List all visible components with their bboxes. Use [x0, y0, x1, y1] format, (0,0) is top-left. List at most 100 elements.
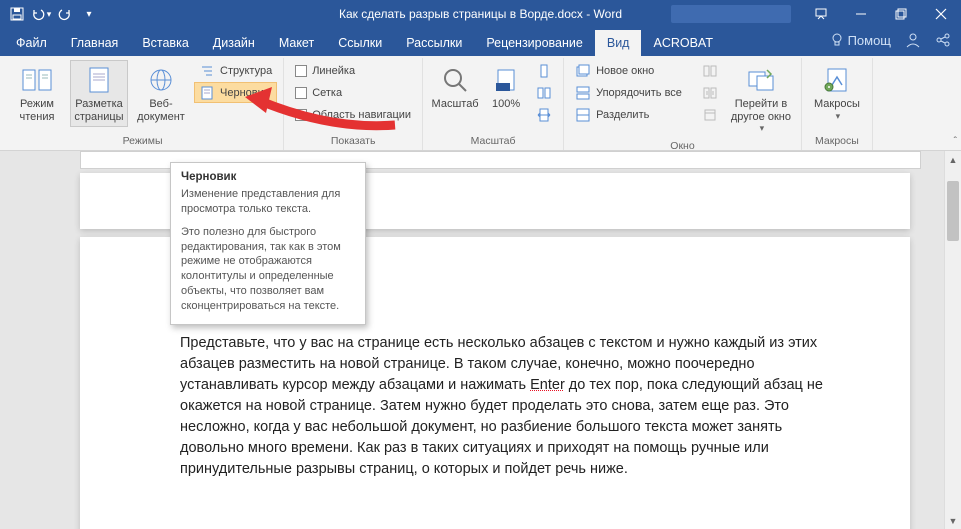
switch-window-icon — [747, 68, 775, 92]
tab-references[interactable]: Ссылки — [326, 30, 394, 56]
share-icon — [935, 32, 951, 48]
redo-button[interactable] — [54, 3, 76, 25]
tab-layout[interactable]: Макет — [267, 30, 326, 56]
tab-view[interactable]: Вид — [595, 30, 642, 56]
document-area: Представьте, что у вас на странице есть … — [0, 151, 961, 529]
split-icon — [575, 107, 591, 123]
zoom-100-button[interactable]: 100% — [485, 60, 527, 115]
tab-acrobat[interactable]: ACROBAT — [641, 30, 725, 56]
scroll-up-button[interactable]: ▲ — [945, 151, 961, 168]
ruler-checkbox[interactable]: Линейка — [290, 60, 416, 81]
undo-button[interactable]: ▾ — [30, 3, 52, 25]
undo-icon — [31, 7, 45, 21]
qat-customize[interactable]: ▾ — [78, 3, 100, 25]
group-show: Линейка Сетка Область навигации Показать — [284, 58, 423, 150]
save-icon — [10, 7, 24, 21]
checkbox-icon — [295, 65, 307, 77]
draft-button[interactable]: Черновик — [194, 82, 277, 103]
gridlines-label: Сетка — [312, 87, 342, 99]
gridlines-checkbox[interactable]: Сетка — [290, 82, 416, 103]
side-by-side-icon — [702, 63, 718, 79]
arrange-all-icon — [575, 85, 591, 101]
group-zoom-label: Масштаб — [429, 133, 557, 150]
new-window-icon — [575, 63, 591, 79]
tab-mailings[interactable]: Рассылки — [394, 30, 474, 56]
page-100-icon — [494, 69, 518, 91]
tab-file[interactable]: Файл — [4, 30, 59, 56]
maximize-button[interactable] — [881, 0, 921, 28]
ribbon-tabs: Файл Главная Вставка Дизайн Макет Ссылки… — [0, 28, 961, 56]
group-show-label: Показать — [290, 133, 416, 150]
zoom-button[interactable]: Масштаб — [429, 60, 481, 115]
macros-icon — [824, 67, 850, 93]
arrange-all-label: Упорядочить все — [596, 87, 682, 99]
tooltip-paragraph-2: Это полезно для быстрого редактирования,… — [181, 225, 355, 314]
print-layout-label: Разметка страницы — [73, 98, 125, 123]
scroll-thumb[interactable] — [947, 181, 959, 241]
scroll-down-button[interactable]: ▼ — [945, 512, 961, 529]
person-icon — [905, 32, 921, 48]
draft-label: Черновик — [220, 87, 269, 99]
quick-access-toolbar: ▾ ▾ — [0, 3, 100, 25]
page-width-button[interactable] — [531, 104, 557, 125]
reset-position-button[interactable] — [697, 104, 723, 125]
title-bar: ▾ ▾ Как сделать разрыв страницы в Ворде.… — [0, 0, 961, 28]
group-macros: Макросы ▾ Макросы — [802, 58, 873, 150]
multi-page-button[interactable] — [531, 82, 557, 103]
new-window-button[interactable]: Новое окно — [570, 60, 687, 81]
one-page-button[interactable] — [531, 60, 557, 81]
ribbon-options-button[interactable] — [801, 0, 841, 28]
sync-scroll-icon — [702, 85, 718, 101]
navpane-label: Область навигации — [312, 109, 411, 121]
tell-me-label: Помощ — [848, 33, 891, 48]
outline-button[interactable]: Структура — [194, 60, 277, 81]
redo-icon — [58, 7, 72, 21]
magnifier-icon — [442, 67, 468, 93]
draft-icon — [199, 85, 215, 101]
web-layout-button[interactable]: Веб-документ — [132, 60, 190, 127]
window-title: Как сделать разрыв страницы в Ворде.docx… — [339, 7, 622, 21]
close-icon — [935, 8, 947, 20]
account-button[interactable] — [905, 32, 921, 48]
tab-review[interactable]: Рецензирование — [474, 30, 595, 56]
minimize-button[interactable] — [841, 0, 881, 28]
split-button[interactable]: Разделить — [570, 104, 687, 125]
vertical-scrollbar[interactable]: ▲ ▼ — [944, 151, 961, 529]
lightbulb-icon — [830, 33, 844, 47]
ruler-label: Линейка — [312, 65, 355, 77]
document-paragraph[interactable]: Представьте, что у вас на странице есть … — [180, 333, 840, 480]
group-zoom: Масштаб 100% Масштаб — [423, 58, 564, 150]
maximize-icon — [895, 8, 907, 20]
macros-label: Макросы — [814, 98, 860, 111]
macros-button[interactable]: Макросы ▾ — [808, 60, 866, 125]
switch-window-button[interactable]: Перейти в другое окно ▾ — [727, 60, 795, 138]
multi-page-icon — [536, 85, 552, 101]
sync-scroll-button[interactable] — [697, 82, 723, 103]
zoom-label: Масштаб — [432, 98, 479, 111]
side-by-side-button[interactable] — [697, 60, 723, 81]
tell-me-button[interactable]: Помощ — [830, 33, 891, 48]
tooltip-title: Черновик — [181, 171, 355, 183]
new-window-label: Новое окно — [596, 65, 654, 77]
group-macros-label: Макросы — [808, 133, 866, 150]
navpane-checkbox[interactable]: Область навигации — [290, 104, 416, 125]
doc-text-enter: Enter — [530, 377, 565, 393]
checkbox-icon — [295, 109, 307, 121]
reading-mode-button[interactable]: Режим чтения — [8, 60, 66, 127]
print-layout-icon — [87, 66, 111, 94]
tooltip-paragraph-1: Изменение представления для просмотра то… — [181, 187, 355, 217]
close-button[interactable] — [921, 0, 961, 28]
save-button[interactable] — [6, 3, 28, 25]
arrange-all-button[interactable]: Упорядочить все — [570, 82, 687, 103]
collapse-ribbon-button[interactable]: ˆ — [954, 136, 957, 147]
tab-design[interactable]: Дизайн — [201, 30, 267, 56]
web-layout-label: Веб-документ — [135, 98, 187, 123]
group-views-label: Режимы — [8, 133, 277, 150]
print-layout-button[interactable]: Разметка страницы — [70, 60, 128, 127]
tab-home[interactable]: Главная — [59, 30, 131, 56]
redacted-area — [671, 5, 791, 23]
group-views: Режим чтения Разметка страницы Веб-докум… — [2, 58, 284, 150]
share-button[interactable] — [935, 32, 951, 48]
tab-insert[interactable]: Вставка — [130, 30, 200, 56]
outline-label: Структура — [220, 65, 272, 77]
